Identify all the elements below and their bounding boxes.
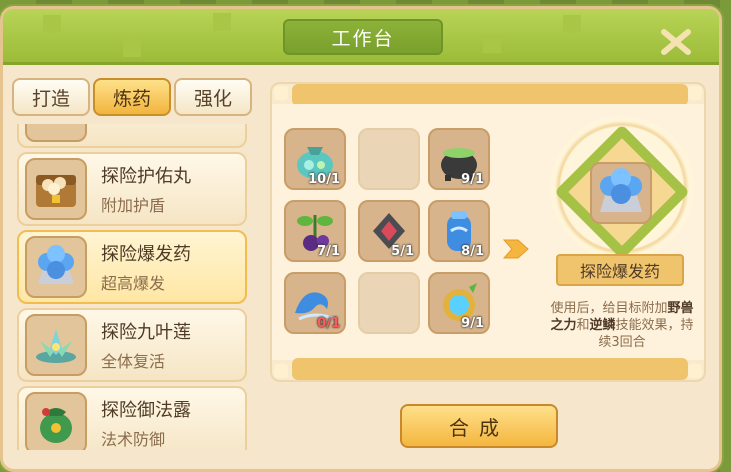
- crafting-panel: 10/1 9/1 7/1 5/1 8/1 0/1 9/1 探险爆发药 使用后，给…: [270, 82, 706, 382]
- blue-orb-cluster-icon: [25, 236, 87, 298]
- green-pouch-icon: [25, 392, 87, 450]
- list-item[interactable]: 探险九叶莲 全体复活: [17, 308, 247, 382]
- header-tile: [43, 15, 61, 33]
- blue-orb-cluster-icon: [600, 168, 642, 212]
- result-slot[interactable]: [590, 162, 652, 224]
- tab-enhance[interactable]: 强化: [174, 78, 252, 116]
- category-tabs: 打造 炼药 强化: [12, 78, 252, 116]
- ingredient-slot[interactable]: 9/1: [428, 272, 490, 334]
- effect-skill: 逆鳞: [589, 318, 616, 333]
- corner-ornament: [688, 86, 702, 100]
- close-button[interactable]: [659, 27, 693, 57]
- list-item-selected[interactable]: 探险爆发药 超高爆发: [17, 230, 247, 304]
- lotus-icon: [25, 314, 87, 376]
- item-desc: 法术防御: [101, 430, 166, 449]
- treasure-chest-icon: [25, 158, 87, 220]
- item-name: 探险爆发药: [101, 244, 191, 265]
- tab-alchemy[interactable]: 炼药: [93, 78, 171, 116]
- window-header: 工作台: [3, 9, 719, 65]
- tab-forge[interactable]: 打造: [12, 78, 90, 116]
- item-name: 探险九叶莲: [101, 322, 191, 343]
- list-item-partial[interactable]: [17, 124, 247, 148]
- header-tile: [563, 15, 581, 33]
- result-effect: 使用后，给目标附加野兽之力和逆鳞技能效果，持续3回合: [544, 300, 700, 351]
- recipe-list[interactable]: 探险护佑丸 附加护盾 探险爆发药 超高爆发 探险九叶莲 全体复活 探险御法露 法…: [14, 124, 250, 450]
- ingredient-slot[interactable]: 7/1: [284, 200, 346, 262]
- item-desc: 全体复活: [101, 352, 166, 371]
- craft-button[interactable]: 合成: [400, 404, 558, 448]
- ingredient-count: 9/1: [461, 172, 484, 187]
- ingredient-count: 10/1: [308, 172, 340, 187]
- ingredient-count: 7/1: [317, 244, 340, 259]
- ingredient-count-insufficient: 0/1: [317, 316, 340, 331]
- effect-text: 使用后，给目标附加: [550, 301, 668, 316]
- result-name: 探险爆发药: [556, 254, 684, 286]
- list-item[interactable]: 探险护佑丸 附加护盾: [17, 152, 247, 226]
- ingredient-slot[interactable]: 8/1: [428, 200, 490, 262]
- ingredient-slot[interactable]: 9/1: [428, 128, 490, 190]
- effect-text: 和: [576, 318, 590, 333]
- ingredient-slot[interactable]: 0/1: [284, 272, 346, 334]
- ingredient-count: 8/1: [461, 244, 484, 259]
- corner-ornament: [688, 364, 702, 378]
- item-name: 探险御法露: [101, 400, 191, 421]
- corner-ornament: [274, 86, 288, 100]
- item-desc: 超高爆发: [101, 274, 166, 293]
- window-title: 工作台: [283, 19, 443, 55]
- empty-ingredient-slot[interactable]: [358, 272, 420, 334]
- ingredient-count: 5/1: [391, 244, 414, 259]
- list-item[interactable]: 探险御法露 法术防御: [17, 386, 247, 450]
- header-tile: [123, 39, 141, 57]
- close-icon: [661, 29, 691, 55]
- empty-ingredient-slot[interactable]: [358, 128, 420, 190]
- ingredient-count: 9/1: [461, 316, 484, 331]
- header-tile: [213, 13, 231, 31]
- arrow-right-icon: [502, 239, 529, 259]
- panel-bottom-bar: [292, 358, 688, 380]
- item-name: 探险护佑丸: [101, 166, 191, 187]
- header-tile: [483, 35, 501, 53]
- ingredient-area: 10/1 9/1 7/1 5/1 8/1 0/1 9/1 探险爆发药 使用后，给…: [272, 104, 704, 360]
- ingredient-slot[interactable]: 5/1: [358, 200, 420, 262]
- item-desc: 附加护盾: [101, 196, 166, 215]
- ingredient-slot[interactable]: 10/1: [284, 128, 346, 190]
- item-icon: [25, 124, 87, 142]
- corner-ornament: [274, 364, 288, 378]
- panel-top-bar: [292, 84, 688, 106]
- result-display: 探险爆发药 使用后，给目标附加野兽之力和逆鳞技能效果，持续3回合: [544, 114, 700, 356]
